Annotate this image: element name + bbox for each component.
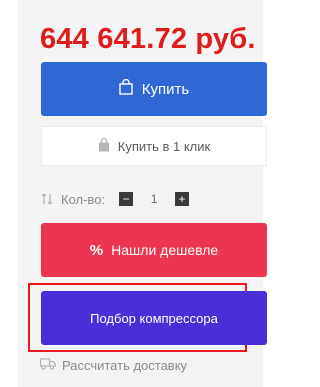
buy-button-label: Купить: [141, 80, 190, 98]
shopping-bag-icon: [98, 137, 118, 155]
found-cheaper-button[interactable]: % Нашли дешевле: [41, 223, 267, 277]
product-price: 644 641.72 руб.: [40, 23, 256, 55]
percent-icon: %: [89, 241, 104, 259]
shopping-bag-icon: [119, 78, 142, 99]
quantity-decrease-button[interactable]: −: [119, 192, 134, 206]
calculate-delivery-label: Рассчитать доставку: [62, 358, 188, 373]
quantity-input[interactable]: [133, 192, 176, 206]
truck-icon: [39, 358, 62, 373]
buy-one-click-button[interactable]: Купить в 1 клик: [41, 126, 267, 166]
buy-one-click-label: Купить в 1 клик: [117, 138, 211, 154]
compressor-selection-button[interactable]: Подбор компрессора: [41, 291, 267, 345]
quantity-row: Кол-во: − +: [41, 190, 267, 208]
compressor-selection-label: Подбор компрессора: [90, 310, 218, 326]
quantity-increase-button[interactable]: +: [175, 192, 190, 206]
calculate-delivery-link[interactable]: Рассчитать доставку: [39, 358, 188, 373]
sort-arrows-icon: [41, 193, 53, 205]
buy-button[interactable]: Купить: [41, 62, 267, 116]
found-cheaper-label: Нашли дешевле: [111, 242, 219, 258]
quantity-label: Кол-во:: [61, 191, 106, 207]
